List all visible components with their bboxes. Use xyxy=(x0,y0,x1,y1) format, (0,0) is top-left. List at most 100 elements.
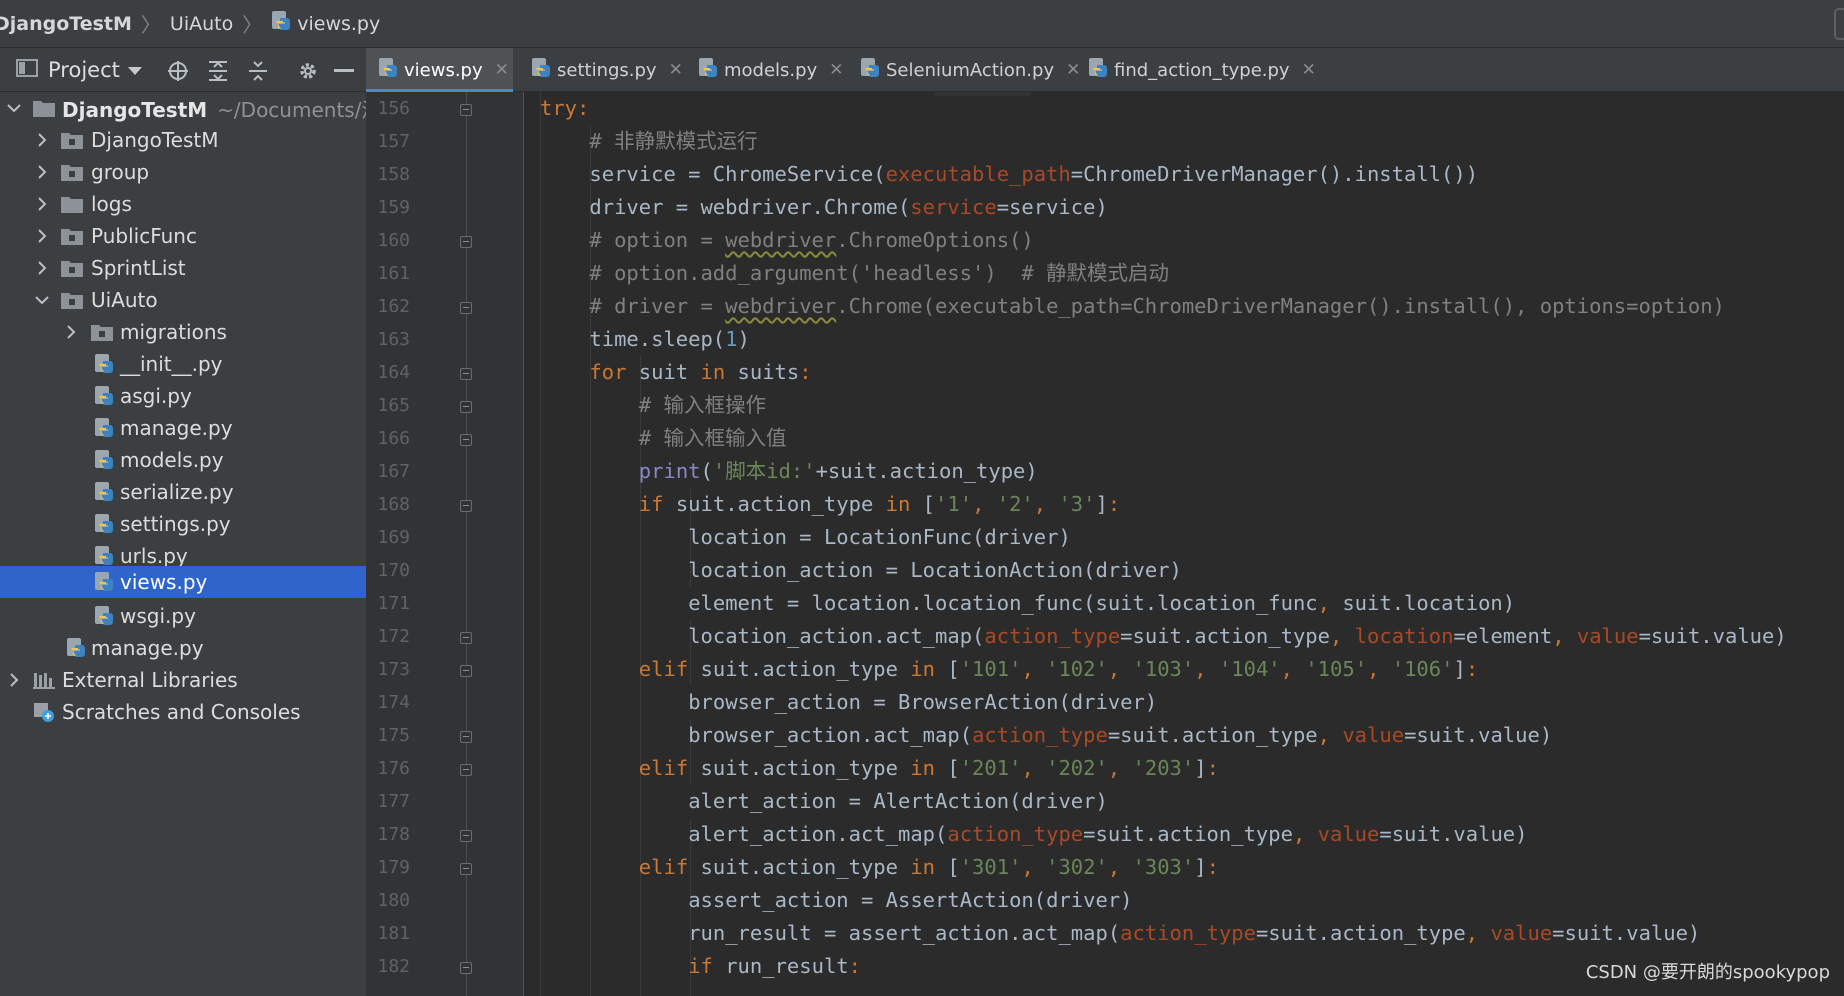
tab-models-py[interactable]: models.py ✕ xyxy=(686,48,843,92)
python-file-icon xyxy=(92,545,116,567)
chevron-down-icon xyxy=(34,292,50,308)
tree-item-models-py[interactable]: models.py xyxy=(0,444,366,476)
breadcrumb-item-project[interactable]: DjangoTestM xyxy=(0,13,132,35)
code-line[interactable]: try: xyxy=(540,92,589,125)
locate-file-icon[interactable] xyxy=(166,59,190,83)
code-line[interactable]: # 输入框操作 xyxy=(639,389,766,422)
tree-item-asgi-py[interactable]: asgi.py xyxy=(0,380,366,412)
code-line[interactable]: # option.add_argument('headless') # 静默模式… xyxy=(589,257,1169,290)
minimize-icon[interactable] xyxy=(332,59,356,83)
code-line[interactable]: for suit in suits: xyxy=(589,356,811,389)
code-line[interactable]: elif suit.action_type in ['101', '102', … xyxy=(639,653,1478,686)
code-line[interactable]: time.sleep(1) xyxy=(589,323,749,356)
code-line[interactable]: if suit.action_type in ['1', '2', '3']: xyxy=(639,488,1120,521)
python-file-icon xyxy=(92,481,116,503)
fold-icon[interactable] xyxy=(460,434,472,446)
breadcrumb-item-folder[interactable]: UiAuto xyxy=(170,13,233,35)
line-number: 164 xyxy=(377,362,410,383)
code-line[interactable]: driver = webdriver.Chrome(service=servic… xyxy=(589,191,1107,224)
fold-icon[interactable] xyxy=(460,764,472,776)
editor-tab-bar: views.py ✕ settings.py ✕ models.py ✕ Sel… xyxy=(366,48,1844,92)
close-icon[interactable]: ✕ xyxy=(1302,60,1316,80)
close-icon[interactable]: ✕ xyxy=(669,60,683,80)
python-file-icon xyxy=(92,385,116,407)
python-file-icon xyxy=(531,57,551,84)
tab-find-action-type-py[interactable]: find_action_type.py ✕ xyxy=(1076,48,1316,92)
window-edge-control[interactable] xyxy=(1834,8,1844,40)
tab-settings-py[interactable]: settings.py ✕ xyxy=(519,48,683,92)
tree-item-init-py[interactable]: __init__.py xyxy=(0,348,366,380)
code-line[interactable]: # 非静默模式运行 xyxy=(589,125,757,158)
tree-item-djangotestm[interactable]: DjangoTestM xyxy=(0,124,366,156)
code-line[interactable]: run_result = assert_action.act_map(actio… xyxy=(688,917,1700,950)
fold-icon[interactable] xyxy=(460,302,472,314)
code-line[interactable]: elif suit.action_type in ['301', '302', … xyxy=(639,851,1219,884)
code-line[interactable]: elif suit.action_type in ['201', '202', … xyxy=(639,752,1219,785)
collapse-all-icon[interactable] xyxy=(246,59,270,83)
chevron-right-icon xyxy=(34,164,50,180)
tree-item-uiauto[interactable]: UiAuto xyxy=(0,284,366,316)
tab-views-py[interactable]: views.py ✕ xyxy=(366,48,513,92)
python-file-icon xyxy=(64,637,88,659)
python-file-icon xyxy=(92,605,116,627)
tree-item-root-manage-py[interactable]: manage.py xyxy=(0,632,366,664)
fold-icon[interactable] xyxy=(460,500,472,512)
fold-icon[interactable] xyxy=(460,962,472,974)
tree-item-wsgi-py[interactable]: wsgi.py xyxy=(0,600,366,632)
indent-guide xyxy=(540,92,541,996)
expand-all-icon[interactable] xyxy=(206,59,230,83)
fold-icon[interactable] xyxy=(460,863,472,875)
code-line[interactable]: alert_action = AlertAction(driver) xyxy=(688,785,1108,818)
tree-item-views-py[interactable]: views.py xyxy=(0,566,366,598)
scroll-indicator xyxy=(934,92,1030,96)
line-number: 180 xyxy=(377,890,410,911)
code-line[interactable]: assert_action = AssertAction(driver) xyxy=(688,884,1132,917)
code-line[interactable]: element = location.location_func(suit.lo… xyxy=(688,587,1515,620)
chevron-right-icon xyxy=(34,132,50,148)
tree-item-settings-py[interactable]: settings.py xyxy=(0,508,366,540)
tree-item-sprintlist[interactable]: SprintList xyxy=(0,252,366,284)
fold-icon[interactable] xyxy=(460,401,472,413)
fold-icon[interactable] xyxy=(460,368,472,380)
code-line[interactable]: # 输入框输入值 xyxy=(639,422,787,455)
fold-icon[interactable] xyxy=(460,104,472,116)
fold-icon[interactable] xyxy=(460,665,472,677)
python-file-icon xyxy=(698,57,718,84)
close-icon[interactable]: ✕ xyxy=(829,60,843,80)
gear-icon[interactable] xyxy=(296,59,320,83)
watermark: CSDN @要开朗的spookypop xyxy=(1585,962,1830,983)
tree-item-manage-py[interactable]: manage.py xyxy=(0,412,366,444)
close-icon[interactable]: ✕ xyxy=(495,60,509,80)
tree-item-label: models.py xyxy=(120,448,224,472)
tree-item-scratches[interactable]: Scratches and Consoles xyxy=(0,696,366,728)
fold-icon[interactable] xyxy=(460,236,472,248)
fold-icon[interactable] xyxy=(460,830,472,842)
code-line[interactable]: browser_action = BrowserAction(driver) xyxy=(688,686,1157,719)
code-line[interactable]: print('脚本id:'+suit.action_type) xyxy=(639,455,1038,488)
tree-item-external-libraries[interactable]: External Libraries xyxy=(0,664,366,696)
fold-icon[interactable] xyxy=(460,731,472,743)
code-area[interactable]: try: # 非静默模式运行 service = ChromeService(exe… xyxy=(524,92,1844,996)
code-line[interactable]: # option = webdriver.ChromeOptions() xyxy=(589,224,1033,257)
tree-item-migrations[interactable]: migrations xyxy=(0,316,366,348)
tab-seleniumaction-py[interactable]: SeleniumAction.py ✕ xyxy=(848,48,1080,92)
tree-item-serialize-py[interactable]: serialize.py xyxy=(0,476,366,508)
tree-item-group[interactable]: group xyxy=(0,156,366,188)
project-view-selector[interactable]: Project xyxy=(16,58,142,82)
code-line[interactable]: location_action.act_map(action_type=suit… xyxy=(688,620,1787,653)
code-line[interactable]: # driver = webdriver.Chrome(executable_p… xyxy=(589,290,1725,323)
code-editor[interactable]: 156 157 158 159 160 161 162 163 164 165 166 167 168 1… xyxy=(366,92,1844,996)
tree-item-publicfunc[interactable]: PublicFunc xyxy=(0,220,366,252)
fold-icon[interactable] xyxy=(460,632,472,644)
code-line[interactable]: location = LocationFunc(driver) xyxy=(688,521,1071,554)
code-line[interactable]: alert_action.act_map(action_type=suit.ac… xyxy=(688,818,1527,851)
code-line[interactable]: service = ChromeService(executable_path=… xyxy=(589,158,1478,191)
breadcrumb-item-file[interactable]: views.py xyxy=(271,10,380,37)
tree-item-logs[interactable]: logs xyxy=(0,188,366,220)
code-line[interactable]: location_action = LocationAction(driver) xyxy=(688,554,1182,587)
line-number: 160 xyxy=(377,230,410,251)
code-line[interactable]: if run_result: xyxy=(688,950,861,983)
project-window-icon xyxy=(16,58,38,82)
code-line[interactable]: browser_action.act_map(action_type=suit.… xyxy=(688,719,1552,752)
tree-item-root[interactable]: DjangoTestM ~/Documents/源 xyxy=(0,92,366,124)
